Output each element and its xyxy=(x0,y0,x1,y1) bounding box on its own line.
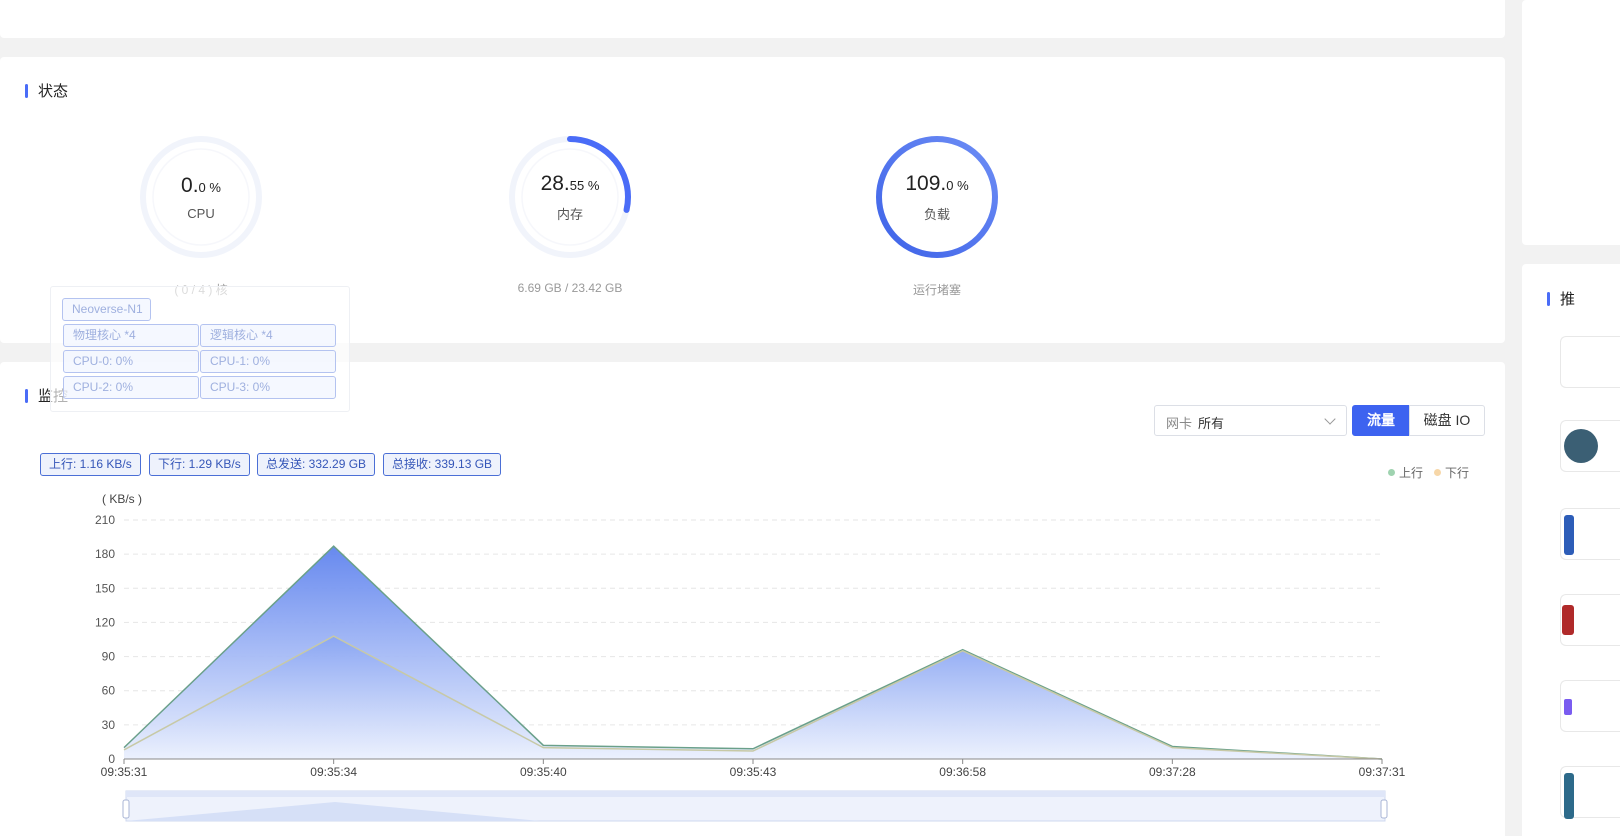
y-axis-label: ( KB/s ) xyxy=(102,492,142,506)
y-tick-label: 210 xyxy=(95,513,115,527)
zoom-slider-bar[interactable] xyxy=(126,791,1385,797)
cpu-model-tag: Neoverse-N1 xyxy=(62,298,151,321)
y-tick-label: 90 xyxy=(102,650,116,664)
y-tick-label: 120 xyxy=(95,615,115,629)
traffic-chart: ( KB/s ) 0 30 60 90 120 150 180 210 09:35:31 09:… xyxy=(95,492,1406,822)
x-tick-label: 09:35:43 xyxy=(730,765,777,779)
x-tick-label: 09:35:40 xyxy=(520,765,567,779)
x-tick-label: 09:36:58 xyxy=(939,765,986,779)
physical-cores-tag: 物理核心 *4 xyxy=(63,324,199,347)
y-tick-label: 180 xyxy=(95,547,115,561)
series-area xyxy=(124,636,1382,759)
y-tick-label: 0 xyxy=(108,752,115,766)
y-tick-label: 60 xyxy=(102,684,116,698)
x-tick-label: 09:35:31 xyxy=(101,765,148,779)
zoom-handle-left[interactable] xyxy=(122,799,130,819)
x-tick-label: 09:37:28 xyxy=(1149,765,1196,779)
x-tick-label: 09:37:31 xyxy=(1359,765,1406,779)
core-usage-tag: CPU-3: 0% xyxy=(200,376,336,399)
y-tick-label: 150 xyxy=(95,581,115,595)
core-usage-tag: CPU-0: 0% xyxy=(63,350,199,373)
core-usage-tag: CPU-2: 0% xyxy=(63,376,199,399)
x-tick-label: 09:35:34 xyxy=(310,765,357,779)
zoom-handle-right[interactable] xyxy=(1380,799,1388,819)
logical-cores-tag: 逻辑核心 *4 xyxy=(200,324,336,347)
y-tick-label: 30 xyxy=(102,718,116,732)
cpu-tooltip: Neoverse-N1 物理核心 *4 逻辑核心 *4 CPU-0: 0% CP… xyxy=(50,286,350,412)
core-usage-tag: CPU-1: 0% xyxy=(200,350,336,373)
